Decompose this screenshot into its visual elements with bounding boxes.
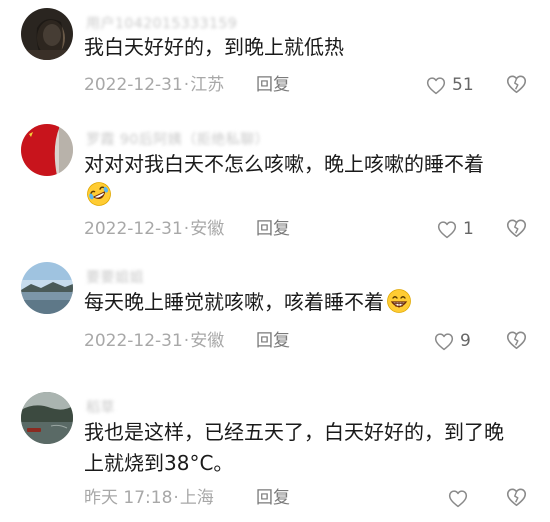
comment-location: 上海	[179, 488, 214, 508]
dislike-button[interactable]	[506, 487, 528, 509]
comment-location: 安徽	[190, 331, 225, 351]
dislike-button[interactable]	[506, 330, 528, 352]
reply-button[interactable]: 回复	[256, 488, 290, 508]
comment-location: 江苏	[190, 75, 225, 95]
comment-text-body: 对对对我白天不怎么咳嗽，晚上咳嗽的睡不着	[84, 152, 484, 176]
red-flag-avatar-icon[interactable]	[21, 124, 73, 176]
broken-heart-outline-icon	[506, 330, 528, 350]
dark-portrait-avatar-icon[interactable]	[21, 8, 73, 60]
comment-text: 每天晚上睡觉就咳嗽，咳着睡不着	[84, 287, 534, 318]
lake-photo-avatar-icon[interactable]	[21, 392, 73, 444]
grinning-emoji-icon	[386, 288, 412, 314]
like-button[interactable]	[448, 487, 468, 509]
comment-date: 2022-12-31	[84, 219, 183, 239]
like-button[interactable]: 1	[437, 218, 474, 240]
like-count: 1	[463, 219, 474, 239]
broken-heart-outline-icon	[506, 218, 528, 238]
broken-heart-outline-icon	[506, 487, 528, 507]
username[interactable]: 罗霞 90后阿姨（拒绝私聊）	[86, 129, 269, 149]
comment-list: 用户1042015333159 我白天好好的，到晚上就低热 2022-12-31…	[0, 0, 550, 522]
heart-outline-icon	[434, 332, 454, 351]
like-button[interactable]: 51	[426, 74, 474, 96]
comment-text-body: 每天晚上睡觉就咳嗽，咳着睡不着	[84, 290, 384, 314]
reply-button[interactable]: 回复	[256, 75, 290, 95]
rolling-laughing-emoji-icon	[86, 181, 112, 207]
heart-outline-icon	[437, 220, 457, 239]
username[interactable]: 稻草	[86, 397, 115, 417]
comment-date: 2022-12-31	[84, 75, 183, 95]
heart-outline-icon	[426, 76, 446, 95]
reply-button[interactable]: 回复	[256, 331, 290, 351]
comment-text: 我也是这样，已经五天了，白天好好的，到了晚上就烧到38°C。	[84, 420, 504, 475]
comment-date: 2022-12-31	[84, 331, 183, 351]
username[interactable]: 用户1042015333159	[86, 13, 237, 33]
comment-text: 对对对我白天不怎么咳嗽，晚上咳嗽的睡不着	[84, 149, 534, 211]
comment-date: 昨天 17:18	[84, 488, 173, 508]
heart-outline-icon	[448, 489, 468, 508]
landscape-avatar-icon[interactable]	[21, 262, 73, 314]
comment-text: 我白天好好的，到晚上就低热	[84, 35, 344, 59]
comment-meta: 2022-12-31·江苏	[84, 75, 225, 95]
like-button[interactable]: 9	[434, 330, 471, 352]
like-count: 9	[460, 331, 471, 351]
reply-button[interactable]: 回复	[256, 219, 290, 239]
comment-meta: 2022-12-31·安徽	[84, 219, 225, 239]
broken-heart-outline-icon	[506, 74, 528, 94]
username[interactable]: 要要姐姐	[86, 267, 144, 287]
comment-meta: 昨天 17:18·上海	[84, 488, 214, 508]
dislike-button[interactable]	[506, 218, 528, 240]
dislike-button[interactable]	[506, 74, 528, 96]
comment-location: 安徽	[190, 219, 225, 239]
like-count: 51	[452, 75, 474, 95]
comment-meta: 2022-12-31·安徽	[84, 331, 225, 351]
